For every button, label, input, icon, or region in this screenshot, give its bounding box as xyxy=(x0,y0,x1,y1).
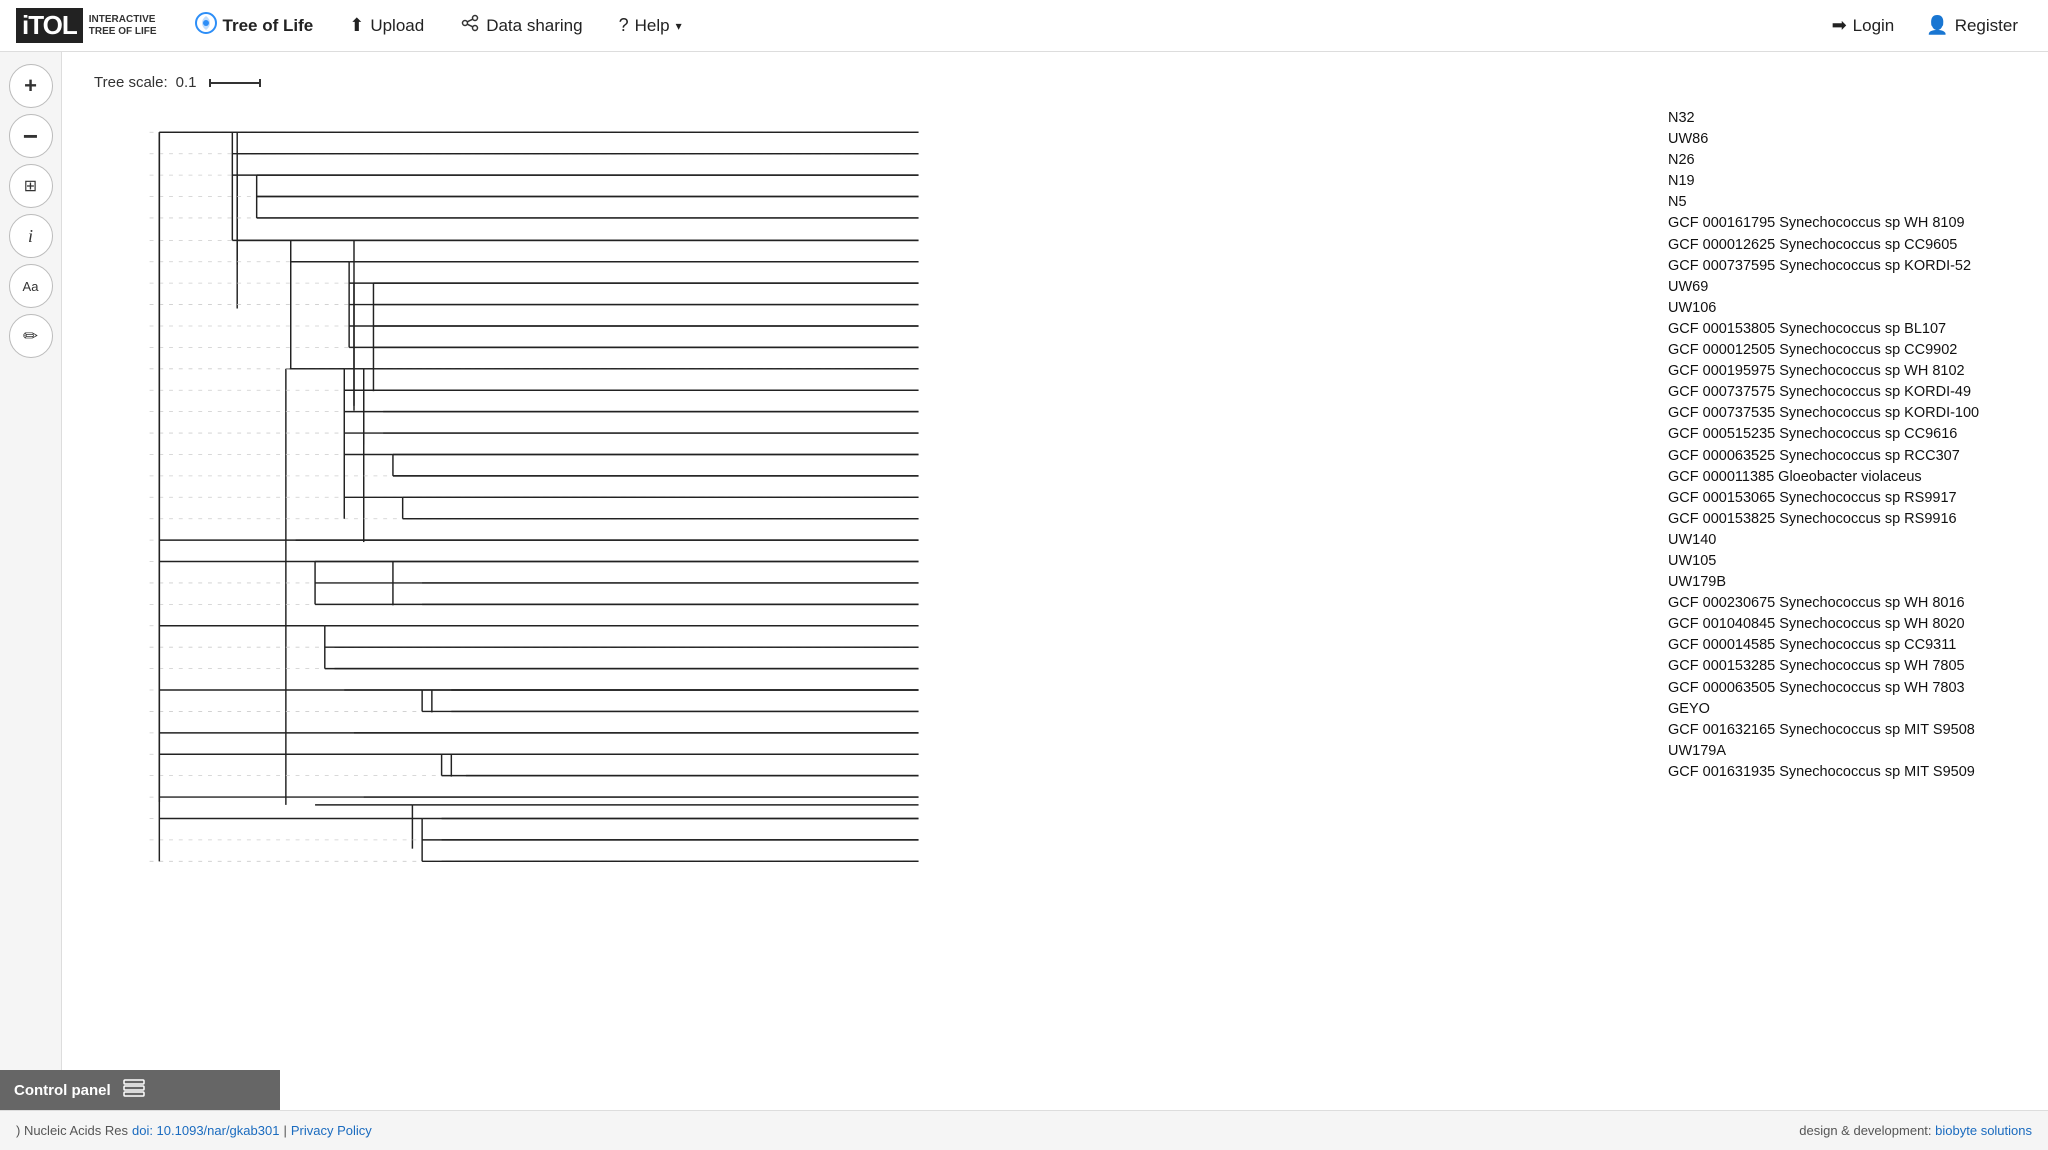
tree-label: GCF 000737575 Synechococcus sp KORDI-49 xyxy=(1668,382,2032,403)
edit-button[interactable]: ✏ xyxy=(9,314,53,358)
tree-label: GCF 000011385 Gloeobacter violaceus xyxy=(1668,467,2032,488)
tree-label: GCF 000153065 Synechococcus sp RS9917 xyxy=(1668,488,2032,509)
tree-label: UW86 xyxy=(1668,129,2032,150)
tree-label: GEYO xyxy=(1668,699,2032,720)
label-list: N32UW86N26N19N5GCF 000161795 Synechococc… xyxy=(1668,52,2048,1110)
footer-right: design & development: biobyte solutions xyxy=(1799,1123,2032,1138)
tree-label: GCF 000153285 Synechococcus sp WH 7805 xyxy=(1668,656,2032,677)
biobyte-link[interactable]: biobyte solutions xyxy=(1935,1123,2032,1138)
chevron-down-icon: ▾ xyxy=(676,19,682,33)
upload-icon: ⬆ xyxy=(349,15,364,36)
zoom-out-button[interactable]: − xyxy=(9,114,53,158)
fit-button[interactable]: ⊞ xyxy=(9,164,53,208)
tree-label: GCF 001040845 Synechococcus sp WH 8020 xyxy=(1668,614,2032,635)
nav-right: ➡ Login 👤 Register xyxy=(1818,9,2032,42)
doi-link[interactable]: doi: 10.1093/nar/gkab301 xyxy=(132,1123,279,1138)
nav-upload-label: Upload xyxy=(370,16,424,36)
info-button[interactable]: i xyxy=(9,214,53,258)
font-button[interactable]: Aa xyxy=(9,264,53,308)
data-sharing-icon xyxy=(460,13,480,38)
tree-label: N5 xyxy=(1668,192,2032,213)
tree-label: GCF 000153805 Synechococcus sp BL107 xyxy=(1668,319,2032,340)
nav-data-sharing-label: Data sharing xyxy=(486,16,582,36)
tree-label: GCF 000063525 Synechococcus sp RCC307 xyxy=(1668,446,2032,467)
nav-register[interactable]: 👤 Register xyxy=(1912,9,2032,42)
tree-label: N26 xyxy=(1668,150,2032,171)
nav-login-label: Login xyxy=(1853,16,1895,36)
tree-label: UW140 xyxy=(1668,530,2032,551)
control-panel-icon[interactable] xyxy=(123,1079,145,1102)
tree-label: GCF 000012505 Synechococcus sp CC9902 xyxy=(1668,340,2032,361)
tree-label: UW179A xyxy=(1668,741,2032,762)
logo-text: iTOL xyxy=(16,8,83,43)
footer-text: ) Nucleic Acids Res xyxy=(16,1123,128,1138)
zoom-in-button[interactable]: + xyxy=(9,64,53,108)
tree-label: GCF 000230675 Synechococcus sp WH 8016 xyxy=(1668,593,2032,614)
footer-design-text: design & development: xyxy=(1799,1123,1931,1138)
nav-tree-of-life[interactable]: Tree of Life xyxy=(181,6,328,45)
tree-label: UW69 xyxy=(1668,277,2032,298)
tree-label: GCF 001631935 Synechococcus sp MIT S9509 xyxy=(1668,762,2032,783)
tree-label: UW106 xyxy=(1668,298,2032,319)
footer-separator: | xyxy=(283,1123,286,1138)
nav-help[interactable]: ? Help ▾ xyxy=(605,9,696,42)
privacy-policy-link[interactable]: Privacy Policy xyxy=(291,1123,372,1138)
tree-label: N32 xyxy=(1668,108,2032,129)
tree-label: N19 xyxy=(1668,171,2032,192)
info-icon: i xyxy=(28,226,33,247)
fit-icon: ⊞ xyxy=(24,176,37,196)
zoom-out-icon: − xyxy=(23,123,38,149)
register-icon: 👤 xyxy=(1926,15,1948,36)
tree-label: GCF 000153825 Synechococcus sp RS9916 xyxy=(1668,509,2032,530)
toolbar: + − ⊞ i Aa ✏ xyxy=(0,52,62,1110)
help-icon: ? xyxy=(619,15,629,36)
nav-register-label: Register xyxy=(1955,16,2018,36)
tree-label: GCF 000515235 Synechococcus sp CC9616 xyxy=(1668,424,2032,445)
font-icon: Aa xyxy=(23,279,39,294)
tree-label: GCF 000012625 Synechococcus sp CC9605 xyxy=(1668,235,2032,256)
tree-label: GCF 001632165 Synechococcus sp MIT S9508 xyxy=(1668,720,2032,741)
tree-svg xyxy=(62,52,1668,1110)
login-icon: ➡ xyxy=(1832,15,1847,36)
header: iTOL Interactive Tree of Life Tree of Li… xyxy=(0,0,2048,52)
zoom-in-icon: + xyxy=(24,73,37,99)
main-area: + − ⊞ i Aa ✏ Tree scale: 0.1 xyxy=(0,52,2048,1110)
logo-subtitle: Interactive Tree of Life xyxy=(89,14,157,38)
edit-icon: ✏ xyxy=(23,326,38,347)
nav-data-sharing[interactable]: Data sharing xyxy=(446,7,596,44)
control-panel-label: Control panel xyxy=(14,1082,111,1099)
nav-upload[interactable]: ⬆ Upload xyxy=(335,9,438,42)
nav-login[interactable]: ➡ Login xyxy=(1818,9,1909,42)
tree-label: GCF 000737535 Synechococcus sp KORDI-100 xyxy=(1668,403,2032,424)
nav-tree-of-life-label: Tree of Life xyxy=(223,16,314,36)
control-panel: Control panel xyxy=(0,1070,280,1110)
tree-label: GCF 000014585 Synechococcus sp CC9311 xyxy=(1668,635,2032,656)
tree-canvas[interactable]: Tree scale: 0.1 xyxy=(62,52,1668,1110)
tree-label: UW105 xyxy=(1668,551,2032,572)
tree-label: GCF 000063505 Synechococcus sp WH 7803 xyxy=(1668,678,2032,699)
footer: ) Nucleic Acids Res doi: 10.1093/nar/gka… xyxy=(0,1110,2048,1150)
nav-help-label: Help xyxy=(635,16,670,36)
tree-of-life-icon xyxy=(195,12,217,39)
tree-label: GCF 000737595 Synechococcus sp KORDI-52 xyxy=(1668,256,2032,277)
logo-area: iTOL Interactive Tree of Life xyxy=(16,8,157,43)
tree-label: UW179B xyxy=(1668,572,2032,593)
tree-label: GCF 000195975 Synechococcus sp WH 8102 xyxy=(1668,361,2032,382)
tree-label: GCF 000161795 Synechococcus sp WH 8109 xyxy=(1668,213,2032,234)
